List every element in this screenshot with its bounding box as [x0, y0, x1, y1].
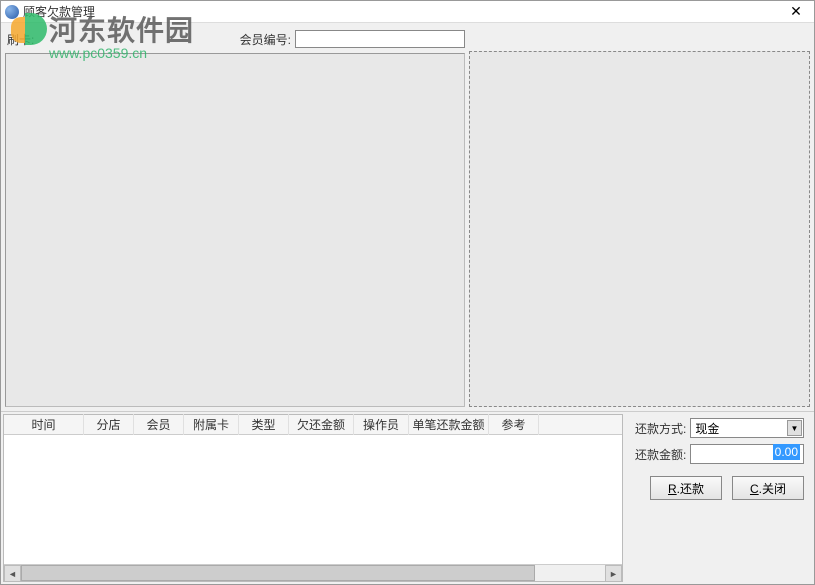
pay-method-row: 还款方式: 现金 ▼ [635, 418, 804, 438]
scroll-right-arrow-icon[interactable]: ► [605, 565, 622, 582]
horizontal-scrollbar[interactable]: ◄ ► [4, 564, 622, 581]
table-column-header[interactable]: 欠还金额 [289, 414, 354, 435]
top-area: 刷卡: 会员编号: [1, 23, 814, 411]
titlebar-left: 顾客欠款管理 [5, 3, 95, 20]
repay-button[interactable]: R.还款 [650, 476, 722, 500]
pay-amount-value: 0.00 [773, 444, 800, 460]
card-label: 刷卡: [7, 31, 34, 48]
bottom-area: 时间分店会员附属卡类型欠还金额操作员单笔还款金额参考 ◄ ► 还款方式: 现金 … [1, 411, 814, 584]
table-column-header[interactable]: 单笔还款金额 [409, 414, 489, 435]
app-icon [5, 5, 19, 19]
customer-list-panel[interactable] [5, 53, 465, 407]
table-column-header[interactable]: 附属卡 [184, 414, 239, 435]
close-button[interactable]: C.关闭 [732, 476, 804, 500]
table-header: 时间分店会员附属卡类型欠还金额操作员单笔还款金额参考 [4, 415, 622, 435]
member-row: 刷卡: 会员编号: [5, 27, 465, 51]
table-column-header[interactable]: 类型 [239, 414, 289, 435]
chevron-down-icon: ▼ [787, 420, 802, 436]
table-column-header[interactable]: 会员 [134, 414, 184, 435]
main-window: 顾客欠款管理 ✕ 刷卡: 会员编号: 时间分店会员附属卡类型欠还金额操作员单笔还… [0, 0, 815, 585]
debt-table: 时间分店会员附属卡类型欠还金额操作员单笔还款金额参考 ◄ ► [3, 414, 623, 582]
left-panel: 刷卡: 会员编号: [5, 27, 465, 407]
card-swipe-box: 刷卡: [7, 30, 34, 48]
button-row: R.还款 C.关闭 [635, 476, 804, 500]
table-body[interactable] [4, 435, 622, 564]
detail-panel [469, 51, 810, 407]
window-title: 顾客欠款管理 [23, 3, 95, 20]
pay-amount-label: 还款金额: [635, 446, 686, 463]
titlebar: 顾客欠款管理 ✕ [1, 1, 814, 23]
pay-amount-input[interactable]: 0.00 [690, 444, 804, 464]
pay-amount-row: 还款金额: 0.00 [635, 444, 804, 464]
close-icon[interactable]: ✕ [782, 3, 810, 21]
member-id-input[interactable] [295, 30, 465, 48]
scroll-left-arrow-icon[interactable]: ◄ [4, 565, 21, 582]
table-column-header[interactable]: 分店 [84, 414, 134, 435]
pay-method-label: 还款方式: [635, 420, 686, 437]
repay-form: 还款方式: 现金 ▼ 还款金额: 0.00 R.还款 C.关闭 [625, 412, 814, 584]
member-id-label: 会员编号: [240, 31, 291, 48]
pay-method-value: 现金 [695, 420, 719, 437]
scroll-thumb[interactable] [21, 565, 535, 581]
pay-method-select[interactable]: 现金 ▼ [690, 418, 804, 438]
table-column-header[interactable]: 操作员 [354, 414, 409, 435]
table-column-header[interactable]: 参考 [489, 414, 539, 435]
table-column-header[interactable]: 时间 [4, 414, 84, 435]
scroll-track[interactable] [21, 565, 605, 581]
